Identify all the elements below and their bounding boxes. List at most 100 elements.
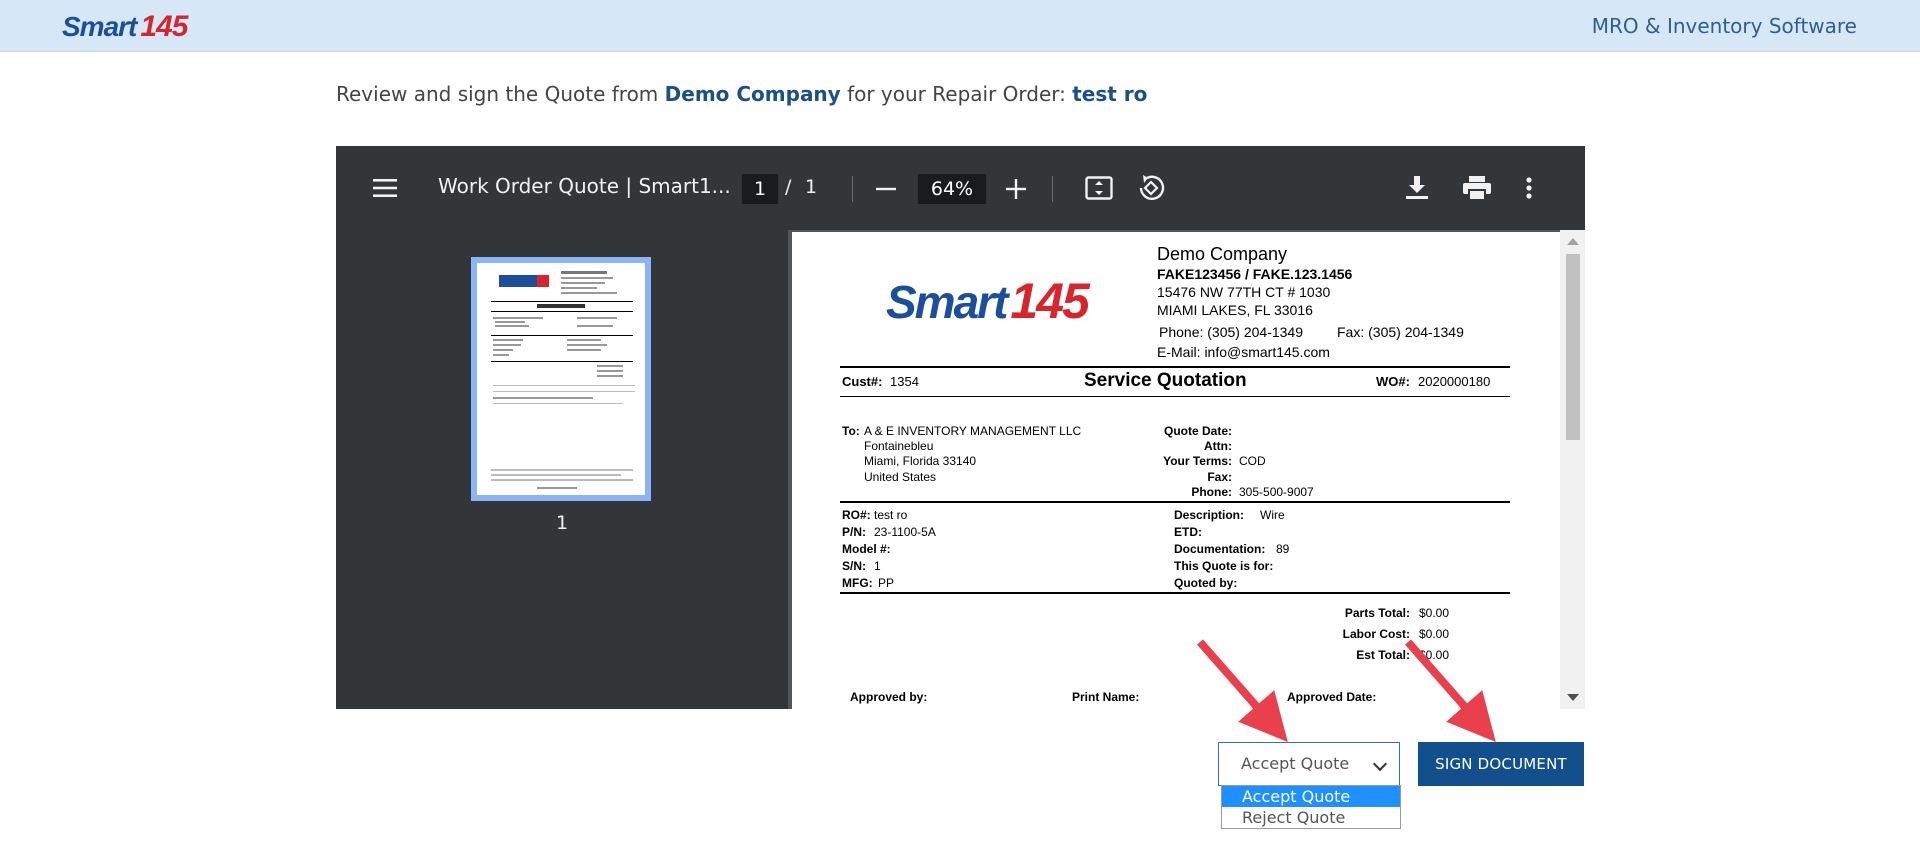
page-headline: Review and sign the Quote from Demo Comp… bbox=[336, 82, 1147, 106]
zoom-out-icon[interactable] bbox=[874, 178, 898, 200]
more-options-icon[interactable] bbox=[1520, 174, 1538, 202]
page-thumbnail[interactable] bbox=[471, 257, 651, 501]
doc-address-2: MIAMI LAKES, FL 33016 bbox=[1157, 302, 1313, 318]
headline-middle: for your Repair Order: bbox=[847, 82, 1066, 106]
fit-page-icon[interactable] bbox=[1084, 174, 1114, 202]
top-bar: Smart 145 MRO & Inventory Software bbox=[0, 0, 1920, 52]
thumbnail-sketch bbox=[491, 271, 635, 489]
doc-quote-date-label: Quote Date: bbox=[1163, 424, 1232, 438]
print-icon[interactable] bbox=[1462, 174, 1492, 202]
logo-word: Smart bbox=[62, 11, 137, 42]
quote-decision-select[interactable]: Accept Quote bbox=[1218, 742, 1400, 786]
doc-company-name: Demo Company bbox=[1157, 244, 1288, 264]
doc-fax-label: Fax: bbox=[1207, 470, 1232, 484]
chevron-down-icon bbox=[1372, 756, 1388, 772]
doc-to-line-2: Fontainebleu bbox=[864, 439, 934, 453]
pdf-toolbar: Work Order Quote | Smart1... 1 / 1 64% bbox=[336, 146, 1585, 230]
doc-parts-value: $0.00 bbox=[1419, 606, 1450, 620]
doc-phone-label: Phone: bbox=[1191, 485, 1232, 499]
zoom-level-input[interactable]: 64% bbox=[918, 174, 986, 204]
doc-terms-value: COD bbox=[1239, 454, 1266, 468]
page-number-input[interactable]: 1 bbox=[742, 174, 778, 204]
doc-est-value: $0.00 bbox=[1419, 648, 1450, 662]
doc-fax: Fax: (305) 204-1349 bbox=[1337, 324, 1464, 340]
doc-etd-label: ETD: bbox=[1174, 525, 1202, 539]
logo-number: 145 bbox=[140, 10, 188, 43]
doc-sn-label: S/N: bbox=[842, 559, 866, 573]
select-current-value: Accept Quote bbox=[1241, 754, 1350, 773]
scroll-down-arrow[interactable] bbox=[1567, 694, 1579, 701]
doc-logo: Smart145 bbox=[886, 272, 1090, 330]
doc-rule bbox=[840, 366, 1510, 368]
doc-parts-label: Parts Total: bbox=[1344, 606, 1410, 620]
option-accept-quote[interactable]: Accept Quote bbox=[1222, 786, 1400, 807]
doc-ro-value: test ro bbox=[874, 508, 908, 522]
doc-mfg-label: MFG: bbox=[842, 576, 873, 590]
page-total: 1 bbox=[805, 176, 818, 198]
doc-labor-value: $0.00 bbox=[1419, 627, 1450, 641]
thumbnail-page-number: 1 bbox=[556, 512, 569, 534]
headline-company: Demo Company bbox=[664, 82, 841, 106]
doc-pn-label: P/N: bbox=[842, 525, 866, 539]
zoom-in-icon[interactable] bbox=[1004, 178, 1028, 200]
download-icon[interactable] bbox=[1404, 174, 1430, 202]
doc-address-1: 15476 NW 77TH CT # 1030 bbox=[1157, 284, 1331, 300]
doc-documentation-label: Documentation: bbox=[1174, 542, 1266, 556]
doc-labor-label: Labor Cost: bbox=[1342, 627, 1410, 641]
pdf-page: Smart145 Demo Company FAKE123456 / FAKE.… bbox=[792, 232, 1560, 709]
doc-rule bbox=[840, 592, 1510, 594]
doc-to-line-3: Miami, Florida 33140 bbox=[864, 454, 977, 468]
doc-phone: Phone: (305) 204-1349 bbox=[1159, 324, 1303, 340]
tagline: MRO & Inventory Software bbox=[1591, 14, 1857, 38]
doc-to-label: To: bbox=[842, 424, 860, 438]
doc-logo-number: 145 bbox=[1010, 273, 1089, 329]
doc-desc-label: Description: bbox=[1174, 508, 1245, 522]
pdf-viewer: Work Order Quote | Smart1... 1 / 1 64% 1… bbox=[336, 146, 1585, 709]
doc-desc-value: Wire bbox=[1260, 508, 1285, 522]
doc-est-label: Est Total: bbox=[1356, 648, 1410, 662]
thumbnail-preview bbox=[477, 263, 645, 495]
doc-company-ids: FAKE123456 / FAKE.123.1456 bbox=[1157, 266, 1353, 282]
doc-wo-value: 2020000180 bbox=[1418, 374, 1491, 389]
doc-model-label: Model #: bbox=[842, 542, 891, 556]
doc-quote-for-label: This Quote is for: bbox=[1174, 559, 1274, 573]
toolbar-divider bbox=[1052, 176, 1053, 202]
option-reject-quote[interactable]: Reject Quote bbox=[1222, 807, 1400, 828]
scroll-up-arrow[interactable] bbox=[1567, 238, 1579, 245]
pdf-scrollbar[interactable] bbox=[1560, 230, 1585, 709]
doc-documentation-value: 89 bbox=[1276, 542, 1290, 556]
doc-cust-value: 1354 bbox=[890, 374, 919, 389]
doc-ro-label: RO#: bbox=[842, 508, 871, 522]
pdf-title: Work Order Quote | Smart1... bbox=[438, 174, 731, 198]
doc-wo-label: WO#: bbox=[1376, 374, 1410, 389]
doc-pn-value: 23-1100-5A bbox=[874, 525, 936, 539]
rotate-icon[interactable] bbox=[1136, 174, 1166, 202]
doc-terms-label: Your Terms: bbox=[1163, 454, 1232, 468]
doc-phone-value: 305-500-9007 bbox=[1239, 485, 1314, 499]
smart145-logo[interactable]: Smart 145 bbox=[62, 10, 188, 44]
doc-print-name-label: Print Name: bbox=[1072, 690, 1140, 704]
doc-approved-by-label: Approved by: bbox=[850, 690, 928, 704]
doc-title: Service Quotation bbox=[1084, 370, 1247, 391]
toolbar-divider bbox=[852, 176, 853, 202]
doc-sn-value: 1 bbox=[874, 559, 881, 573]
doc-cust-label: Cust#: bbox=[842, 374, 883, 389]
doc-rule bbox=[840, 396, 1510, 397]
doc-to-line-4: United States bbox=[864, 470, 937, 484]
doc-to-name: A & E INVENTORY MANAGEMENT LLC bbox=[864, 424, 1082, 438]
page-separator: / bbox=[785, 176, 792, 198]
doc-logo-word: Smart bbox=[886, 276, 1008, 328]
menu-icon[interactable] bbox=[372, 176, 398, 200]
headline-ro: test ro bbox=[1072, 82, 1148, 106]
doc-approved-date-label: Approved Date: bbox=[1287, 690, 1377, 704]
doc-attn-label: Attn: bbox=[1204, 439, 1232, 453]
doc-email: E-Mail: info@smart145.com bbox=[1157, 344, 1330, 360]
doc-mfg-value: PP bbox=[878, 576, 895, 590]
thumbnail-sidebar: 1 bbox=[336, 230, 788, 709]
doc-rule bbox=[840, 501, 1510, 503]
headline-prefix: Review and sign the Quote from bbox=[336, 82, 659, 106]
select-options-list: Accept Quote Reject Quote bbox=[1221, 785, 1401, 829]
doc-quoted-by-label: Quoted by: bbox=[1174, 576, 1238, 590]
scrollbar-thumb[interactable] bbox=[1566, 254, 1580, 440]
sign-document-button[interactable]: SIGN DOCUMENT bbox=[1418, 742, 1584, 786]
